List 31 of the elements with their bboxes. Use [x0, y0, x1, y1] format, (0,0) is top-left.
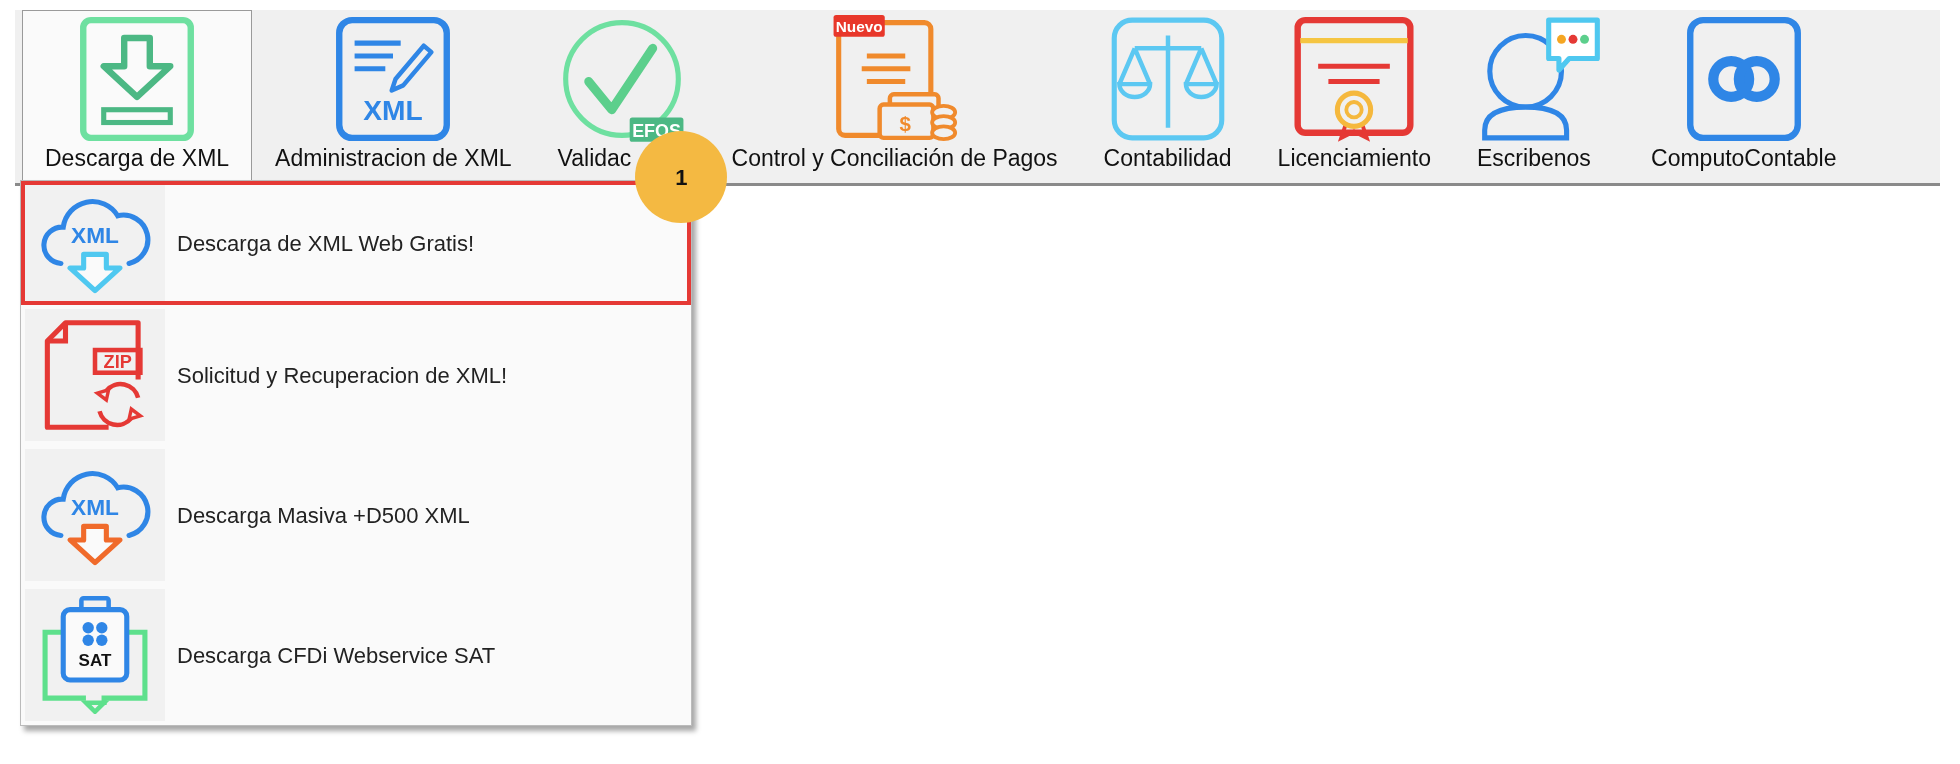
check-circle-icon [562, 20, 681, 138]
toolbar-button[interactable]: ComputoContable [1628, 10, 1860, 183]
dollar-sign: $ [899, 112, 911, 136]
document-edit-icon [336, 16, 451, 142]
icon-label: SAT [78, 651, 112, 671]
menu-item[interactable]: XML Descarga Masiva +D500 XML [21, 445, 691, 585]
menu-item-label: Descarga Masiva +D500 XML [177, 501, 470, 530]
toolbar-button[interactable]: Descarga de XML [22, 10, 253, 183]
person-chat-icon [1482, 17, 1600, 141]
menu-item-label: Descarga de XML Web Gratis! [177, 229, 475, 258]
menu-item[interactable]: SAT Descarga CFDi Webservice SAT [21, 585, 691, 725]
menu-item[interactable]: ZIP Solicitud y Recuperacion de XML! [21, 305, 691, 445]
icon-label: XML [71, 222, 119, 248]
toolbar-button[interactable]: Escribenos [1454, 10, 1629, 183]
cloud-icon [41, 199, 151, 266]
certificate-icon [1294, 16, 1414, 142]
icon-label: XML [71, 494, 119, 520]
toolbar-button[interactable]: Contabilidad [1080, 10, 1255, 183]
link-icon [1686, 16, 1801, 142]
icon-label: ZIP [103, 352, 132, 373]
scale-icon [1111, 17, 1224, 141]
toolbar-button[interactable]: Licenciamiento [1254, 10, 1455, 183]
toolbar-button[interactable]: XML Administracion de XML [252, 10, 535, 183]
menu-item-label: Descarga CFDi Webservice SAT [177, 641, 496, 670]
cloud-icon [41, 471, 151, 538]
menu-item-label: Solicitud y Recuperacion de XML! [177, 361, 508, 390]
download-icon [80, 16, 194, 142]
new-tag: Nuevo [833, 15, 885, 37]
briefcase-transfer-icon [42, 596, 148, 714]
zip-file-icon [44, 320, 145, 430]
icon-label: XML [363, 94, 424, 126]
